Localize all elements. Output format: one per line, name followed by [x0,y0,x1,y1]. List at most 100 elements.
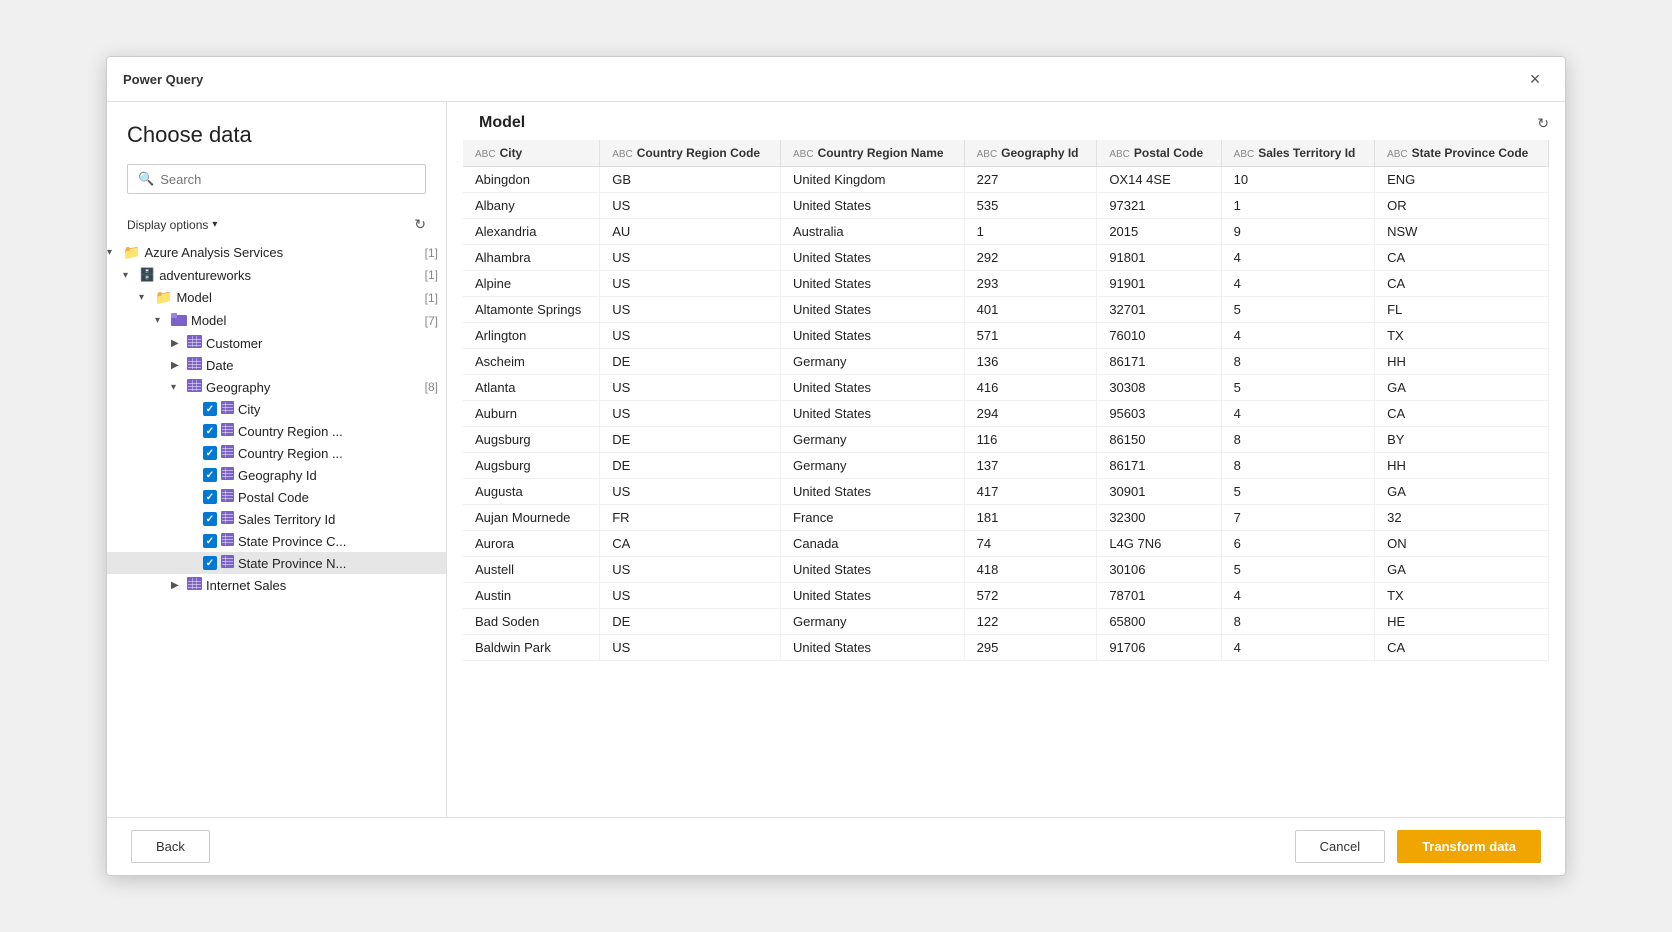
column-checked-icon [221,401,234,417]
checkbox-icon[interactable] [203,556,217,570]
close-button[interactable]: × [1521,65,1549,93]
checkbox-icon[interactable] [203,534,217,548]
table-cell: Augusta [463,479,600,505]
table-row[interactable]: AugsburgDEGermany116861508BY [463,427,1549,453]
tree-item-model-item[interactable]: ▾Model[7] [107,309,446,332]
table-cell: Germany [781,453,965,479]
table-row[interactable]: AtlantaUSUnited States416303085GA [463,375,1549,401]
table-row[interactable]: Altamonte SpringsUSUnited States40132701… [463,297,1549,323]
table-row[interactable]: AbingdonGBUnited Kingdom227OX14 4SE10ENG [463,167,1549,193]
table-header-state-province-code[interactable]: ABCState Province Code [1375,140,1549,167]
table-cell: OR [1375,193,1549,219]
table-row[interactable]: Aujan MournedeFRFrance18132300732 [463,505,1549,531]
tree-item-customer[interactable]: ▶Customer [107,332,446,354]
data-table: ABCCityABCCountry Region CodeABCCountry … [463,140,1549,661]
table-row[interactable]: Baldwin ParkUSUnited States295917064CA [463,635,1549,661]
table-header-sales-territory-id[interactable]: ABCSales Territory Id [1221,140,1374,167]
tree-item-postal-code[interactable]: Postal Code [107,486,446,508]
table-cell: United States [781,271,965,297]
tree-item-internet-sales[interactable]: ▶Internet Sales [107,574,446,596]
checkbox-icon[interactable] [203,512,217,526]
table-header-country-region-name[interactable]: ABCCountry Region Name [781,140,965,167]
table-header-postal-code[interactable]: ABCPostal Code [1097,140,1221,167]
table-row[interactable]: AustinUSUnited States572787014TX [463,583,1549,609]
table-cell: US [600,635,781,661]
tree-item-country-region-code[interactable]: Country Region ... [107,420,446,442]
transform-data-button[interactable]: Transform data [1397,830,1541,863]
col-type-icon: ABC [1109,149,1130,160]
tree-item-geography-id[interactable]: Geography Id [107,464,446,486]
tree-item-label: State Province C... [238,534,438,549]
table-cell: US [600,323,781,349]
tree-item-state-province-c[interactable]: State Province C... [107,530,446,552]
display-options-button[interactable]: Display options ▾ [127,218,217,232]
table-cell: CA [1375,271,1549,297]
search-input[interactable] [160,172,415,187]
tree-area[interactable]: ▾📁Azure Analysis Services[1]▾🗄️adventure… [107,237,446,817]
tree-item-date[interactable]: ▶Date [107,354,446,376]
table-row[interactable]: AustellUSUnited States418301065GA [463,557,1549,583]
table-row[interactable]: AugsburgDEGermany137861718HH [463,453,1549,479]
tree-item-state-province-n[interactable]: State Province N... [107,552,446,574]
tree-item-label: Model [191,313,419,328]
table-container[interactable]: ABCCityABCCountry Region CodeABCCountry … [447,140,1565,817]
table-cell: 2015 [1097,219,1221,245]
table-row[interactable]: AlexandriaAUAustralia120159NSW [463,219,1549,245]
window-title: Power Query [123,72,203,87]
table-row[interactable]: ArlingtonUSUnited States571760104TX [463,323,1549,349]
tree-item-model-folder[interactable]: ▾📁Model[1] [107,286,446,309]
checkbox-icon[interactable] [203,446,217,460]
left-panel: Choose data 🔍 Display options ▾ ↻ ▾📁Azur… [107,102,447,817]
table-cell: 1 [1221,193,1374,219]
table-row[interactable]: AugustaUSUnited States417309015GA [463,479,1549,505]
table-cell: 4 [1221,245,1374,271]
table-cell: Canada [781,531,965,557]
table-row[interactable]: Bad SodenDEGermany122658008HE [463,609,1549,635]
left-refresh-button[interactable]: ↻ [414,216,426,233]
tree-item-geography[interactable]: ▾Geography[8] [107,376,446,398]
chevron-icon: ▾ [139,292,155,303]
table-row[interactable]: AlpineUSUnited States293919014CA [463,271,1549,297]
right-refresh-button[interactable]: ↻ [1537,115,1549,132]
search-box[interactable]: 🔍 [127,164,426,194]
tree-item-city[interactable]: City [107,398,446,420]
checkbox-icon[interactable] [203,402,217,416]
table-cell: 5 [1221,479,1374,505]
table-cell: US [600,245,781,271]
table-cell: 5 [1221,297,1374,323]
table-header-country-region-code[interactable]: ABCCountry Region Code [600,140,781,167]
table-cell: TX [1375,323,1549,349]
cancel-button[interactable]: Cancel [1295,830,1385,863]
checkbox-icon[interactable] [203,490,217,504]
table-row[interactable]: AuburnUSUnited States294956034CA [463,401,1549,427]
database-icon: 🗄️ [139,267,155,283]
table-cell: US [600,193,781,219]
table-cell: Germany [781,609,965,635]
back-button[interactable]: Back [131,830,210,863]
table-row[interactable]: AscheimDEGermany136861718HH [463,349,1549,375]
table-cell: AU [600,219,781,245]
footer-right: Cancel Transform data [1295,830,1541,863]
page-title: Choose data [127,122,426,148]
table-cell: Germany [781,427,965,453]
search-icon: 🔍 [138,171,154,187]
table-header-city[interactable]: ABCCity [463,140,600,167]
table-cell: 8 [1221,609,1374,635]
footer: Back Cancel Transform data [107,817,1565,875]
tree-item-country-region-name[interactable]: Country Region ... [107,442,446,464]
tree-item-adventureworks[interactable]: ▾🗄️adventureworks[1] [107,264,446,286]
table-row[interactable]: AlbanyUSUnited States535973211OR [463,193,1549,219]
checkbox-icon[interactable] [203,424,217,438]
table-cell: OX14 4SE [1097,167,1221,193]
checkbox-icon[interactable] [203,468,217,482]
table-header-geography-id[interactable]: ABCGeography Id [964,140,1097,167]
table-cell: 295 [964,635,1097,661]
table-row[interactable]: AuroraCACanada74L4G 7N66ON [463,531,1549,557]
folder-purple-icon [171,312,187,329]
tree-item-sales-territory-id[interactable]: Sales Territory Id [107,508,446,530]
table-cell: 97321 [1097,193,1221,219]
table-cell: 181 [964,505,1097,531]
column-checked-icon [221,533,234,549]
tree-item-azure[interactable]: ▾📁Azure Analysis Services[1] [107,241,446,264]
table-row[interactable]: AlhambraUSUnited States292918014CA [463,245,1549,271]
